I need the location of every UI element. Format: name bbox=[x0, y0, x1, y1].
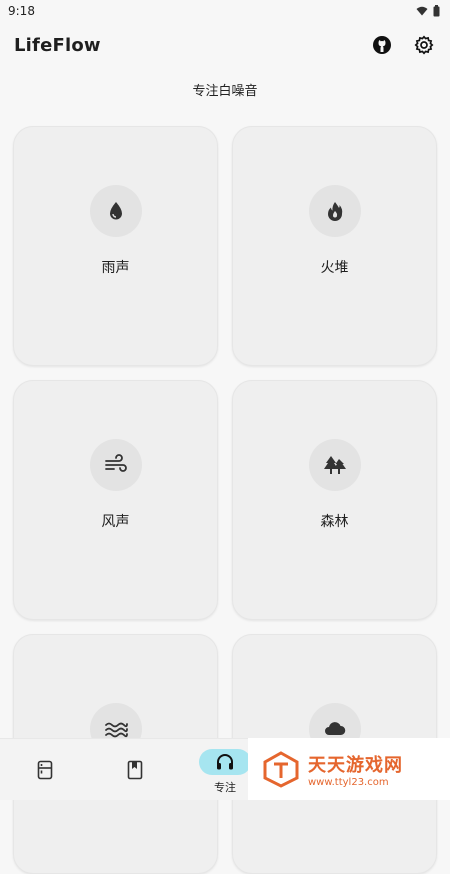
nav-icon-wrap bbox=[124, 759, 146, 781]
status-icons bbox=[416, 5, 440, 17]
status-bar: 9:18 bbox=[0, 0, 450, 22]
nav-icon-wrap bbox=[34, 759, 56, 781]
card-label: 森林 bbox=[320, 514, 349, 530]
nav-item-fridge[interactable] bbox=[0, 739, 90, 801]
github-icon bbox=[373, 36, 391, 54]
watermark-url: www.ttyl23.com bbox=[308, 776, 389, 788]
cloud-icon bbox=[324, 722, 345, 735]
app-title: LifeFlow bbox=[14, 34, 101, 56]
wind-icon bbox=[104, 454, 127, 472]
sound-card-forest[interactable]: 森林 bbox=[232, 380, 437, 620]
fire-icon bbox=[327, 202, 342, 221]
card-icon-circle bbox=[308, 439, 361, 491]
bookmark-book-icon bbox=[127, 760, 143, 780]
gear-icon bbox=[414, 35, 434, 55]
sound-card-fire[interactable]: 火堆 bbox=[232, 126, 437, 366]
fridge-icon bbox=[37, 760, 53, 780]
status-time: 9:18 bbox=[8, 4, 35, 18]
settings-button[interactable] bbox=[410, 31, 438, 59]
watermark-title: 天天游戏网 bbox=[308, 754, 403, 776]
waves-icon bbox=[104, 722, 128, 738]
card-label: 火堆 bbox=[320, 260, 349, 276]
github-button[interactable] bbox=[368, 31, 396, 59]
card-label: 雨声 bbox=[101, 260, 130, 276]
app-actions bbox=[368, 31, 438, 59]
watermark-logo bbox=[263, 751, 299, 788]
wifi-icon bbox=[416, 6, 428, 16]
nav-item-book[interactable] bbox=[90, 739, 180, 801]
card-icon-circle bbox=[308, 185, 361, 237]
card-icon-circle bbox=[89, 439, 142, 491]
card-icon-circle bbox=[89, 185, 142, 237]
headphones-icon bbox=[217, 754, 233, 770]
watermark: 天天游戏网 www.ttyl23.com bbox=[248, 738, 450, 800]
sound-card-wind[interactable]: 风声 bbox=[13, 380, 218, 620]
nav-active-indicator bbox=[199, 749, 251, 775]
card-label: 风声 bbox=[101, 514, 130, 530]
water-drop-icon bbox=[109, 202, 122, 220]
app-bar: LifeFlow bbox=[0, 22, 450, 68]
nav-label: 专注 bbox=[214, 781, 236, 794]
forest-icon bbox=[323, 456, 346, 474]
watermark-text: 天天游戏网 www.ttyl23.com bbox=[308, 751, 403, 788]
section-title: 专注白噪音 bbox=[192, 84, 258, 99]
sound-card-rain[interactable]: 雨声 bbox=[13, 126, 218, 366]
battery-icon bbox=[433, 5, 440, 17]
